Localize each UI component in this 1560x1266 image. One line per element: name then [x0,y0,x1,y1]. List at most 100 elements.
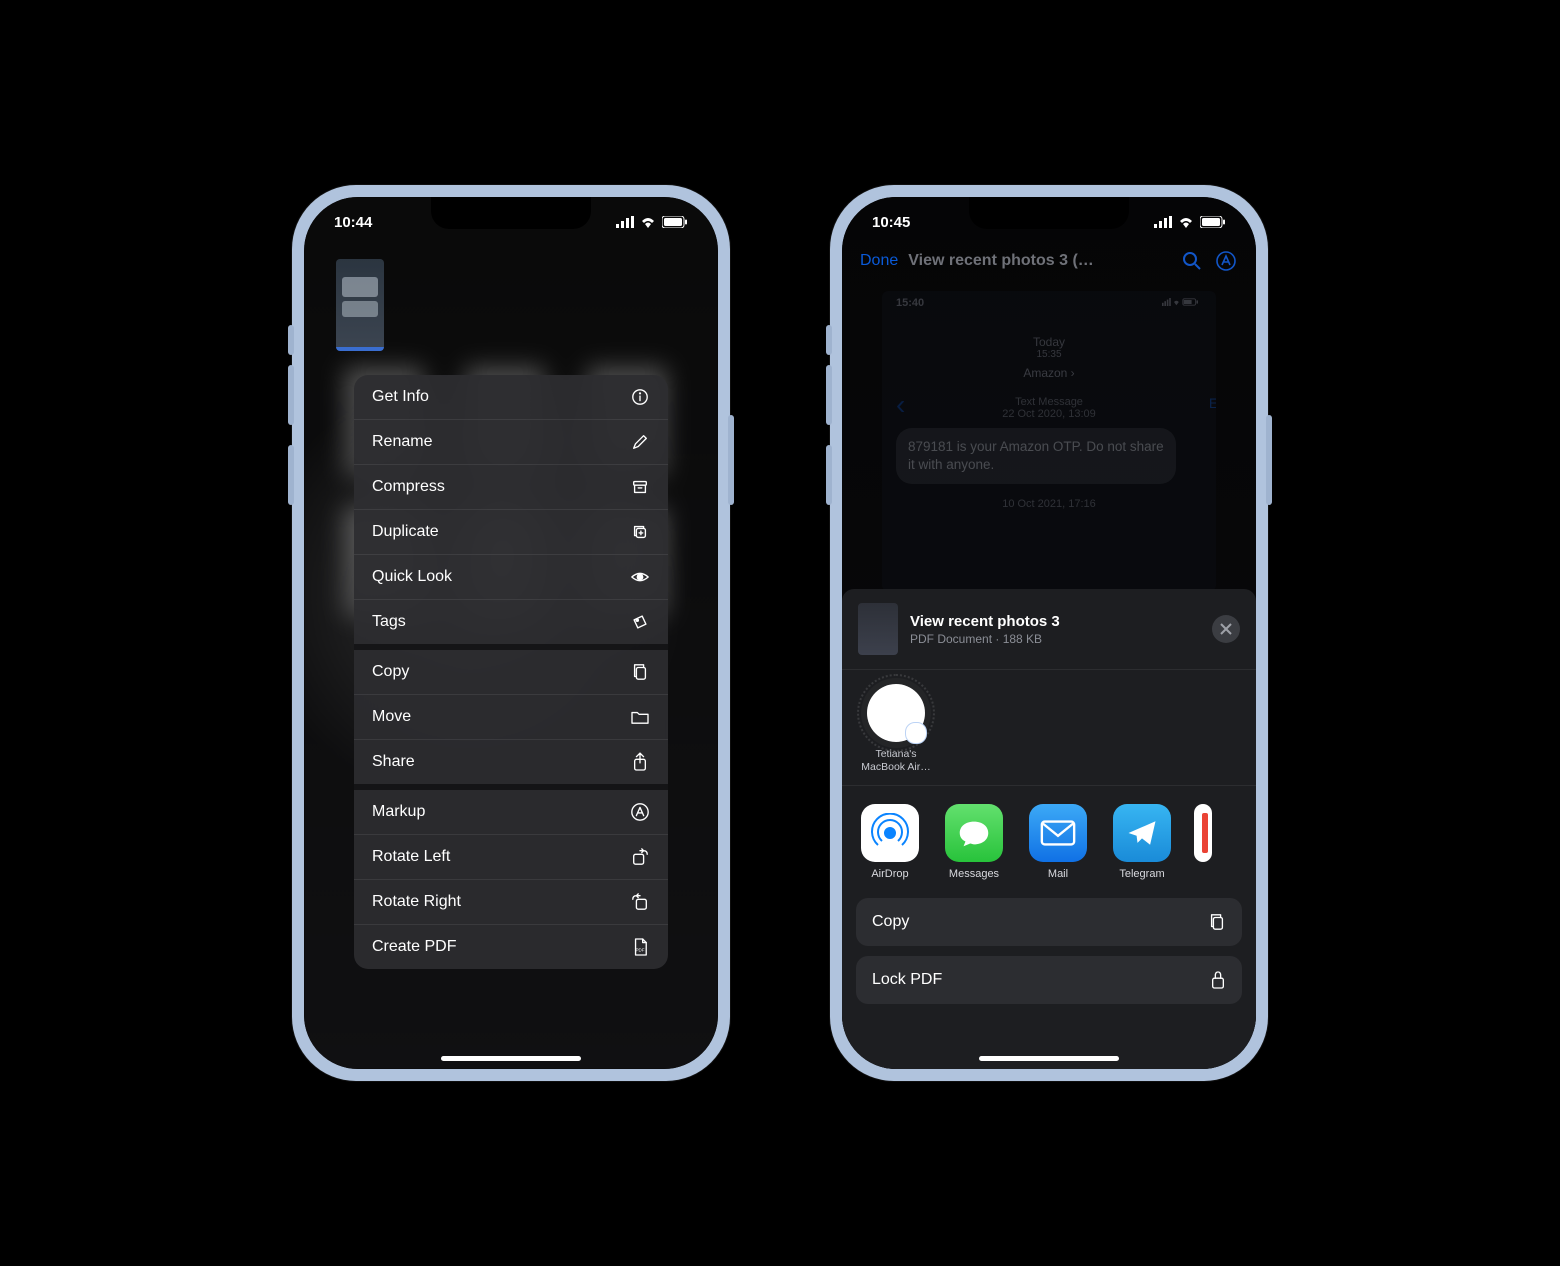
wifi-icon [1178,216,1194,228]
share-app-mail[interactable]: Mail [1026,804,1090,880]
svg-text:PDF: PDF [636,947,645,952]
action-copy[interactable]: Copy [856,898,1242,946]
close-button[interactable] [1212,615,1240,643]
folder-icon [630,707,650,727]
volume-down-button [288,445,294,505]
preview-status-icons [1162,297,1202,309]
menu-rotate-left[interactable]: Rotate Left [354,835,668,880]
action-lock-pdf[interactable]: Lock PDF [856,956,1242,1004]
menu-item-label: Rotate Right [372,893,461,911]
share-app-more[interactable] [1194,804,1212,880]
side-button [1266,415,1272,505]
menu-item-label: Move [372,708,411,726]
phone-left: 10:44 Get Info Rename Compress Duplicate Qui… [292,185,730,1081]
battery-icon [662,216,688,228]
menu-quick-look[interactable]: Quick Look [354,555,668,600]
rotate-left-icon [630,847,650,867]
sheet-subtitle: PDF Document · 188 KB [910,632,1060,646]
menu-duplicate[interactable]: Duplicate [354,510,668,555]
menu-share[interactable]: Share [354,740,668,784]
pdf-preview-content[interactable]: 15:40 ‹ Ed Today 15:35 Amazon › Text Mes… [882,291,1216,591]
message-bubble: 879181 is your Amazon OTP. Do not share … [896,428,1176,484]
done-button[interactable]: Done [860,252,898,270]
home-indicator[interactable] [441,1056,581,1061]
menu-item-label: Compress [372,478,445,496]
ringer-switch [288,325,294,355]
preview-today-time: 15:35 [882,349,1216,360]
cellular-icon [616,216,634,228]
preview-clock: 15:40 [896,297,924,309]
mail-icon [1029,804,1087,862]
volume-up-button [288,365,294,425]
rotate-right-icon [630,892,650,912]
side-button [728,415,734,505]
menu-item-label: Create PDF [372,938,456,956]
notch [431,197,591,229]
share-app-telegram[interactable]: Telegram [1110,804,1174,880]
lock-icon [1210,970,1226,990]
share-app-airdrop[interactable]: AirDrop [858,804,922,880]
menu-item-label: Tags [372,613,406,631]
pencil-icon [630,432,650,452]
messages-icon [945,804,1003,862]
airdrop-target-name-2: MacBook Air… [858,761,934,774]
app-label: Messages [949,868,999,880]
search-icon[interactable] [1180,249,1204,273]
menu-rename[interactable]: Rename [354,420,668,465]
menu-item-label: Copy [372,663,409,681]
menu-get-info[interactable]: Get Info [354,375,668,420]
menu-tags[interactable]: Tags [354,600,668,644]
phone-right: 10:45 Done View recent photos 3 (… [830,185,1268,1081]
share-app-messages[interactable]: Messages [942,804,1006,880]
sender-name: Amazon [1023,366,1067,380]
message-date-2: 10 Oct 2021, 17:16 [882,498,1216,510]
preview-today-label: Today [882,335,1216,349]
share-sheet: View recent photos 3 PDF Document · 188 … [842,589,1256,1069]
menu-markup[interactable]: Markup [354,790,668,835]
airdrop-target[interactable]: Tetiana's MacBook Air… [858,684,934,773]
menu-create-pdf[interactable]: Create PDF PDF [354,925,668,969]
duplicate-icon [630,522,650,542]
volume-down-button [826,445,832,505]
nav-title: View recent photos 3 (… [908,252,1170,270]
markup-icon[interactable] [1214,249,1238,273]
message-date: 22 Oct 2020, 13:09 [882,408,1216,420]
menu-copy[interactable]: Copy [354,650,668,695]
app-label: Mail [1048,868,1068,880]
back-icon: ‹ [896,389,905,421]
cellular-icon [1154,216,1172,228]
action-label: Copy [872,913,909,931]
menu-item-label: Duplicate [372,523,439,541]
share-apps-row[interactable]: AirDrop Messages Mail Telegram [842,786,1256,898]
battery-icon [1200,216,1226,228]
archive-icon [630,477,650,497]
file-thumbnail[interactable] [336,259,384,351]
navigation-bar: Done View recent photos 3 (… [860,249,1238,273]
telegram-icon [1113,804,1171,862]
home-indicator[interactable] [979,1056,1119,1061]
menu-item-label: Markup [372,803,425,821]
edit-label: Ed [1209,395,1216,411]
sheet-title: View recent photos 3 [910,613,1060,630]
status-time: 10:45 [872,214,910,231]
menu-move[interactable]: Move [354,695,668,740]
app-label: AirDrop [871,868,908,880]
menu-compress[interactable]: Compress [354,465,668,510]
ringer-switch [826,325,832,355]
eye-icon [630,567,650,587]
copy-docs-icon [1208,912,1226,932]
menu-item-label: Rename [372,433,432,451]
share-actions-list: Copy Lock PDF [842,898,1256,1004]
context-menu: Get Info Rename Compress Duplicate Quick Loo… [354,375,668,969]
share-icon [630,752,650,772]
airdrop-avatar [867,684,925,742]
menu-item-label: Get Info [372,388,429,406]
menu-item-label: Quick Look [372,568,452,586]
copy-docs-icon [630,662,650,682]
menu-rotate-right[interactable]: Rotate Right [354,880,668,925]
status-time: 10:44 [334,214,372,231]
info-icon [630,387,650,407]
app-icon-partial [1194,804,1212,862]
text-message-label: Text Message [882,396,1216,408]
wifi-icon [640,216,656,228]
